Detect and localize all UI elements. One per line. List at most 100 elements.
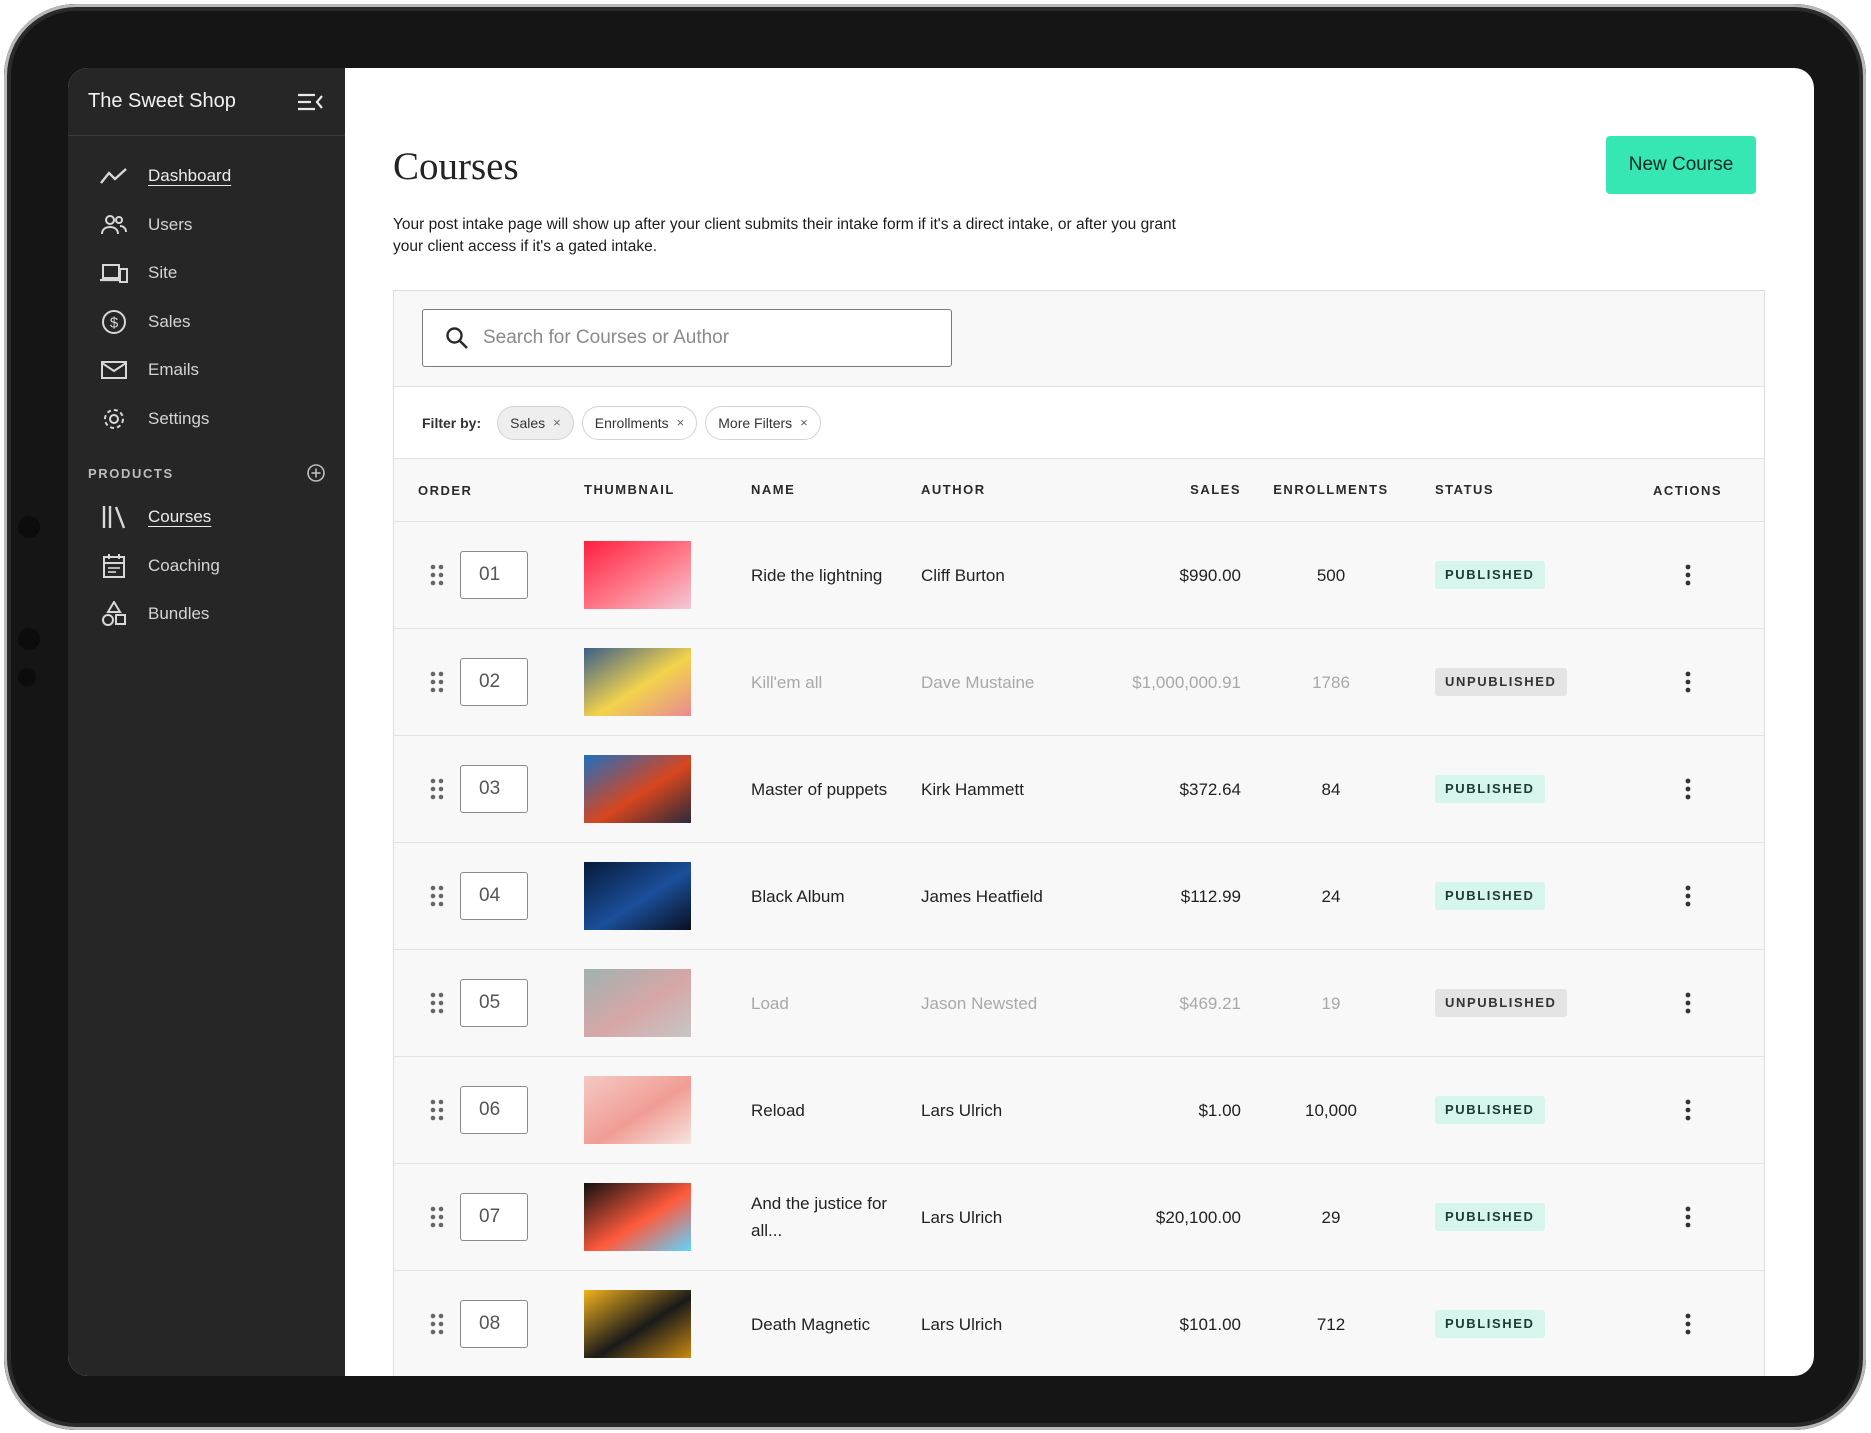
new-course-button[interactable]: New Course bbox=[1606, 136, 1756, 194]
table-row: Death Magnetic Lars Ulrich $101.00 712 P… bbox=[394, 1271, 1764, 1376]
search-input[interactable] bbox=[483, 327, 923, 349]
table-row: Reload Lars Ulrich $1.00 10,000 PUBLISHE… bbox=[394, 1057, 1764, 1164]
dollar-circle-icon: $ bbox=[100, 308, 128, 336]
search-box[interactable] bbox=[422, 309, 952, 367]
column-thumbnail: THUMBNAIL bbox=[584, 482, 675, 497]
course-enrollments: 84 bbox=[1321, 779, 1341, 799]
sidebar-item-bundles[interactable]: Bundles bbox=[68, 590, 345, 639]
remove-filter-icon[interactable]: × bbox=[800, 415, 808, 430]
screen: The Sweet Shop Dashboard Users Site $ Sa… bbox=[68, 68, 1814, 1376]
status-badge: UNPUBLISHED bbox=[1435, 989, 1567, 1017]
course-name[interactable]: Death Magnetic bbox=[751, 1315, 870, 1334]
drag-handle-icon[interactable] bbox=[430, 778, 444, 800]
more-actions-icon[interactable] bbox=[1683, 884, 1693, 908]
drag-handle-icon[interactable] bbox=[430, 885, 444, 907]
table-row: Kill'em all Dave Mustaine $1,000,000.91 … bbox=[394, 629, 1764, 736]
drag-handle-icon[interactable] bbox=[430, 1313, 444, 1335]
column-sales[interactable]: SALES bbox=[1190, 482, 1241, 497]
drag-handle-icon[interactable] bbox=[430, 1206, 444, 1228]
sidebar-item-label: Settings bbox=[148, 408, 210, 428]
filter-chips: Sales × Enrollments × More Filters × bbox=[497, 405, 829, 440]
sidebar-item-site[interactable]: Site bbox=[68, 249, 345, 298]
page-intro: Your post intake page will show up after… bbox=[393, 216, 1176, 255]
table-row: Ride the lightning Cliff Burton $990.00 … bbox=[394, 522, 1764, 629]
search-bar bbox=[394, 291, 1764, 387]
more-actions-icon[interactable] bbox=[1683, 670, 1693, 694]
filter-chip-label: More Filters bbox=[718, 414, 793, 431]
remove-filter-icon[interactable]: × bbox=[553, 415, 561, 430]
more-actions-icon[interactable] bbox=[1683, 563, 1693, 587]
sidebar-item-label: Dashboard bbox=[148, 166, 232, 186]
courses-table-body: Ride the lightning Cliff Burton $990.00 … bbox=[394, 522, 1764, 1376]
collapse-menu-icon[interactable] bbox=[297, 91, 323, 113]
more-actions-icon[interactable] bbox=[1683, 1098, 1693, 1122]
course-thumbnail bbox=[584, 755, 691, 823]
drag-handle-icon[interactable] bbox=[430, 564, 444, 586]
course-enrollments: 24 bbox=[1321, 886, 1341, 906]
order-input[interactable] bbox=[460, 765, 528, 813]
table-header: ORDER THUMBNAIL NAME AUTHOR SALES ENROLL… bbox=[394, 459, 1764, 522]
more-actions-icon[interactable] bbox=[1683, 1205, 1693, 1229]
filter-chip[interactable]: Sales × bbox=[497, 405, 574, 440]
course-thumbnail bbox=[584, 862, 691, 930]
drag-handle-icon[interactable] bbox=[430, 671, 444, 693]
course-name[interactable]: Kill'em all bbox=[751, 673, 822, 692]
order-input[interactable] bbox=[460, 1086, 528, 1134]
order-input[interactable] bbox=[460, 872, 528, 920]
add-product-icon[interactable] bbox=[306, 463, 326, 483]
course-sales: $20,100.00 bbox=[1155, 1207, 1241, 1227]
table-row: Master of puppets Kirk Hammett $372.64 8… bbox=[394, 736, 1764, 843]
sidebar-item-label: Emails bbox=[148, 360, 200, 380]
course-thumbnail bbox=[584, 541, 691, 609]
order-input[interactable] bbox=[460, 1193, 528, 1241]
course-name[interactable]: And the justice for all... bbox=[751, 1194, 887, 1240]
app-name: The Sweet Shop bbox=[88, 90, 236, 112]
sidebar-item-label: Sales bbox=[148, 311, 191, 331]
sidebar-item-dashboard[interactable]: Dashboard bbox=[68, 152, 345, 201]
users-icon bbox=[100, 211, 128, 239]
course-thumbnail bbox=[584, 969, 691, 1037]
filter-chip[interactable]: Enrollments × bbox=[581, 405, 698, 440]
course-name[interactable]: Load bbox=[751, 994, 789, 1013]
page-title: Courses bbox=[393, 145, 519, 188]
course-name[interactable]: Reload bbox=[751, 1101, 805, 1120]
course-author: Dave Mustaine bbox=[921, 672, 1035, 692]
column-name[interactable]: NAME bbox=[751, 482, 795, 497]
course-name[interactable]: Ride the lightning bbox=[751, 566, 882, 585]
sidebar-item-users[interactable]: Users bbox=[68, 201, 345, 250]
filter-chip[interactable]: More Filters × bbox=[705, 405, 821, 440]
sidebar-item-sales[interactable]: $ Sales bbox=[68, 298, 345, 347]
filter-label: Filter by: bbox=[422, 414, 482, 431]
gear-icon bbox=[100, 405, 128, 433]
course-name[interactable]: Master of puppets bbox=[751, 780, 887, 799]
order-input[interactable] bbox=[460, 551, 528, 599]
filter-chip-label: Sales bbox=[510, 414, 546, 431]
mail-icon bbox=[100, 356, 128, 384]
sidebar-item-emails[interactable]: Emails bbox=[68, 346, 345, 395]
course-sales: $1,000,000.91 bbox=[1132, 672, 1241, 692]
column-author[interactable]: AUTHOR bbox=[921, 482, 986, 497]
order-input[interactable] bbox=[460, 979, 528, 1027]
order-input[interactable] bbox=[460, 1300, 528, 1348]
more-actions-icon[interactable] bbox=[1683, 1312, 1693, 1336]
main-nav: Dashboard Users Site $ Sales Emails Sett… bbox=[68, 136, 345, 639]
column-enrollments[interactable]: ENROLLMENTS bbox=[1273, 482, 1388, 497]
drag-handle-icon[interactable] bbox=[430, 1099, 444, 1121]
sidebar-item-courses[interactable]: Courses bbox=[68, 493, 345, 542]
drag-handle-icon[interactable] bbox=[430, 992, 444, 1014]
more-actions-icon[interactable] bbox=[1683, 991, 1693, 1015]
sidebar-item-label: Site bbox=[148, 263, 178, 283]
remove-filter-icon[interactable]: × bbox=[677, 415, 685, 430]
sensor-dot-small bbox=[18, 668, 36, 686]
order-input[interactable] bbox=[460, 658, 528, 706]
column-order[interactable]: ORDER bbox=[418, 483, 472, 498]
column-status[interactable]: STATUS bbox=[1435, 482, 1494, 497]
sidebar-item-settings[interactable]: Settings bbox=[68, 395, 345, 444]
course-name[interactable]: Black Album bbox=[751, 887, 845, 906]
course-enrollments: 712 bbox=[1316, 1314, 1346, 1334]
more-actions-icon[interactable] bbox=[1683, 777, 1693, 801]
table-row: Black Album James Heatfield $112.99 24 P… bbox=[394, 843, 1764, 950]
chart-line-icon bbox=[100, 162, 128, 190]
course-author: Jason Newsted bbox=[921, 993, 1038, 1013]
sidebar-item-coaching[interactable]: Coaching bbox=[68, 542, 345, 591]
